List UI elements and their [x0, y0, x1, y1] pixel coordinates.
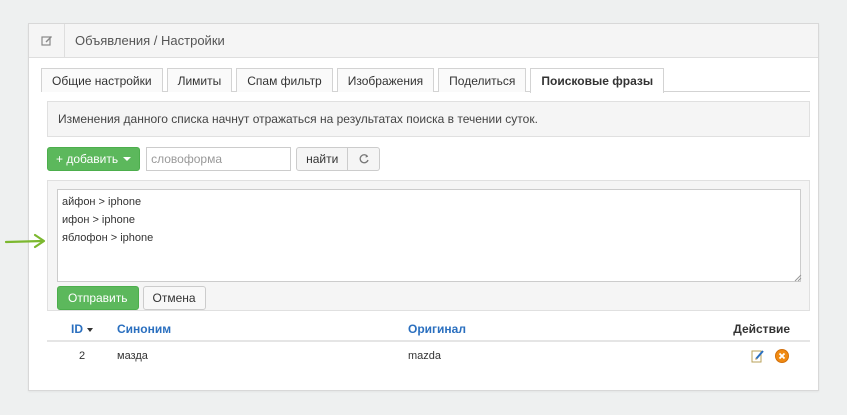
form-buttons: Отправить Отмена	[57, 286, 206, 310]
table-row: 2 мазда mazda	[47, 342, 810, 370]
cell-original: mazda	[408, 350, 442, 362]
col-header-id[interactable]: ID	[47, 322, 117, 336]
resize-handle-icon[interactable]	[794, 274, 802, 282]
add-button[interactable]: + добавить	[47, 147, 141, 171]
refresh-icon	[359, 154, 369, 164]
add-button-label: + добавить	[56, 152, 119, 166]
edit-row-icon[interactable]	[750, 348, 766, 364]
phrase-form: айфон > iphone ифон > iphone яблофон > i…	[47, 180, 810, 311]
tab-general[interactable]: Общие настройки	[41, 68, 163, 92]
table-header: ID Синоним Оригинал Действие	[47, 318, 810, 342]
toolbar: + добавить найти	[47, 147, 381, 171]
cell-actions	[688, 348, 810, 364]
cell-synonym: мазда	[117, 350, 148, 362]
delete-row-icon[interactable]	[774, 348, 790, 364]
sort-synonym-link[interactable]: Синоним	[117, 322, 171, 336]
panel-header: Объявления / Настройки	[29, 23, 818, 58]
synonyms-table: ID Синоним Оригинал Действие 2 мазда maz…	[47, 318, 810, 370]
sort-id-link[interactable]: ID	[71, 322, 83, 336]
col-header-original: Оригинал	[408, 322, 688, 336]
col-header-synonym: Синоним	[117, 322, 408, 336]
cell-id: 2	[78, 350, 86, 362]
arrow-right-icon	[5, 233, 46, 249]
settings-panel: Объявления / Настройки Общие настройки Л…	[28, 23, 819, 391]
search-button-group: найти	[296, 147, 381, 171]
tab-spam-filter[interactable]: Спам фильтр	[236, 68, 333, 92]
edit-icon	[29, 23, 65, 58]
find-button[interactable]: найти	[296, 147, 349, 171]
tab-search-phrases[interactable]: Поисковые фразы	[530, 68, 665, 93]
tab-share[interactable]: Поделиться	[438, 68, 527, 92]
sort-original-link[interactable]: Оригинал	[408, 322, 466, 336]
col-header-action: Действие	[733, 322, 790, 336]
info-notice: Изменения данного списка начнут отражать…	[47, 101, 810, 137]
chevron-down-icon	[123, 157, 132, 161]
tab-images[interactable]: Изображения	[336, 68, 435, 92]
refresh-button[interactable]	[348, 147, 381, 171]
tab-bar: Общие настройки Лимиты Спам фильтр Изобр…	[41, 68, 810, 93]
search-input[interactable]	[146, 147, 292, 171]
tab-limits[interactable]: Лимиты	[166, 68, 233, 92]
cancel-button[interactable]: Отмена	[142, 286, 206, 310]
submit-button[interactable]: Отправить	[57, 286, 139, 310]
page-title: Объявления / Настройки	[75, 33, 225, 48]
phrases-textarea[interactable]: айфон > iphone ифон > iphone яблофон > i…	[57, 189, 801, 282]
sort-desc-icon	[87, 327, 93, 332]
